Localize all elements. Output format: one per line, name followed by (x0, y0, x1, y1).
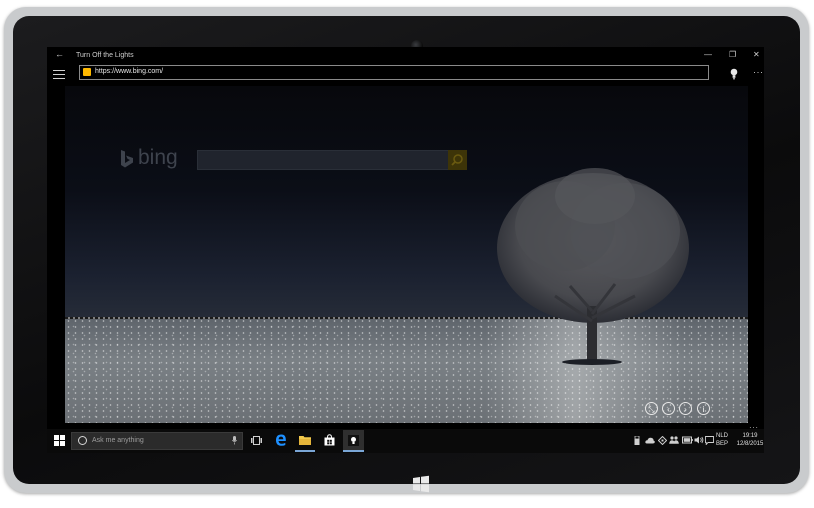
action-center-icon[interactable] (705, 436, 714, 445)
bing-search-input[interactable] (197, 150, 450, 170)
microphone-icon[interactable] (232, 436, 237, 445)
cortana-icon (78, 436, 87, 445)
back-arrow-icon[interactable]: ← (55, 50, 64, 59)
windows-home-button-icon[interactable] (412, 475, 430, 493)
edge-browser-icon[interactable] (275, 434, 287, 446)
bing-search-button[interactable] (448, 150, 467, 170)
address-url: https://www.bing.com/ (95, 68, 164, 75)
people-icon[interactable] (669, 436, 679, 444)
tree-photo (497, 168, 689, 365)
clock-time: 19:19 (742, 433, 758, 439)
network-icon[interactable] (658, 436, 667, 445)
dim-margin-left (47, 86, 65, 423)
shrink-icon: ⤡ (648, 405, 655, 414)
clock-date: 12/8/2015 (736, 441, 764, 447)
address-bar[interactable]: https://www.bing.com/ (79, 65, 709, 80)
app-lamp-icon (348, 435, 359, 446)
language-indicator[interactable]: NLD BEP (716, 432, 728, 448)
file-explorer-icon[interactable] (299, 435, 311, 445)
explorer-active-indicator (295, 450, 315, 452)
search-icon (451, 154, 463, 166)
web-page: bing ⤡ ‹ › i (65, 86, 748, 423)
info-icon: i (702, 405, 705, 414)
search-placeholder: Ask me anything (92, 437, 144, 444)
shrink-button[interactable]: ⤡ (645, 402, 658, 415)
dim-margin-right (748, 86, 764, 423)
address-row: https://www.bing.com/ ··· (47, 64, 764, 86)
title-bar: ← Turn Off the Lights — ❐ ✕ (47, 47, 764, 64)
bing-logo-icon (121, 150, 133, 168)
window-title: Turn Off the Lights (76, 52, 134, 59)
previous-button[interactable]: ‹ (662, 402, 675, 415)
previous-icon: ‹ (667, 405, 670, 414)
hamburger-menu-icon[interactable] (53, 70, 65, 79)
next-icon: › (684, 405, 687, 414)
site-favicon-icon (83, 68, 91, 76)
screen: ← Turn Off the Lights — ❐ ✕ https://www.… (47, 47, 764, 453)
system-clock[interactable]: 19:19 12/8/2015 (735, 432, 764, 448)
next-button[interactable]: › (679, 402, 692, 415)
cortana-search-box[interactable]: Ask me anything (71, 432, 243, 450)
bing-wordmark: bing (138, 146, 178, 169)
volume-icon[interactable] (694, 436, 704, 444)
restore-button[interactable]: ❐ (729, 50, 736, 59)
keyboard-layout: BEP (716, 441, 729, 447)
language-code: NLD (716, 433, 729, 439)
info-button[interactable]: i (697, 402, 710, 415)
usb-device-icon[interactable] (634, 436, 640, 445)
store-icon[interactable] (324, 434, 335, 446)
battery-icon[interactable] (682, 436, 693, 444)
taskbar: Ask me anything NLD BEP 19:19 12/8/2015 (47, 429, 764, 453)
minimize-button[interactable]: — (704, 50, 712, 59)
task-view-icon[interactable] (251, 436, 262, 445)
app-active-indicator (343, 450, 364, 452)
lightbulb-icon[interactable] (730, 68, 738, 80)
more-options-icon[interactable]: ··· (753, 67, 764, 77)
start-button-icon[interactable] (54, 435, 65, 446)
onedrive-cloud-icon[interactable] (645, 437, 655, 444)
close-button[interactable]: ✕ (753, 50, 760, 59)
turn-off-the-lights-app-tile[interactable] (343, 430, 364, 452)
